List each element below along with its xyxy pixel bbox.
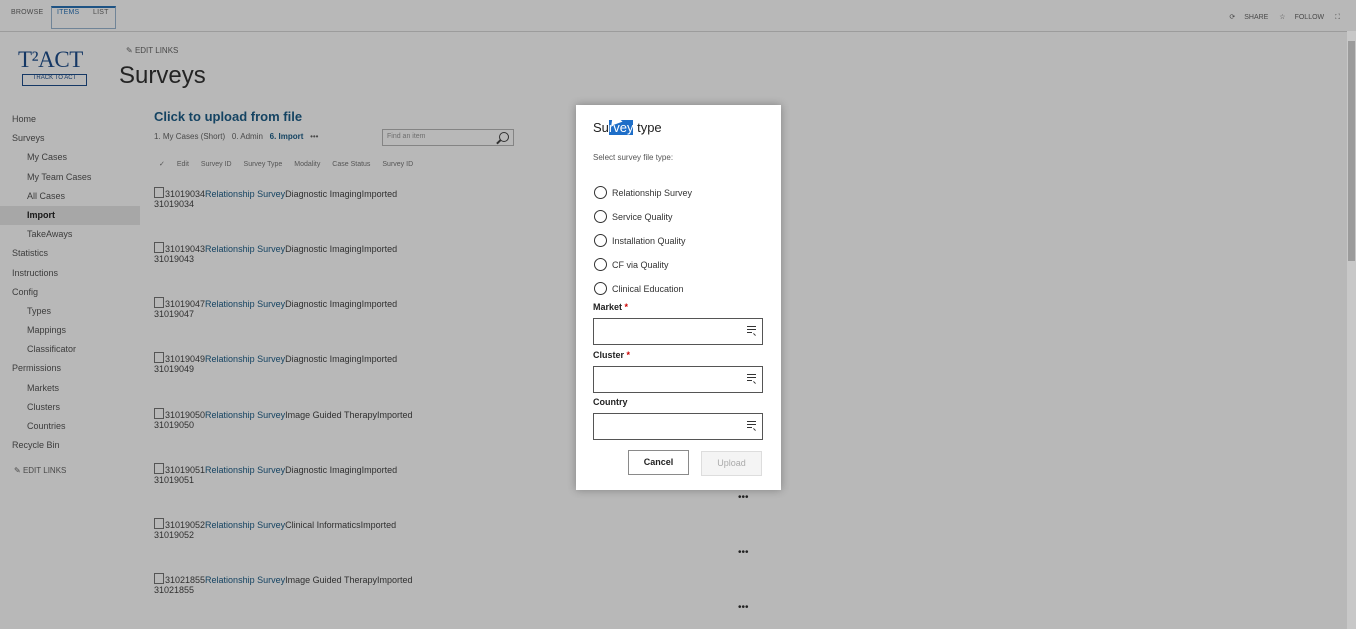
survey-type-option[interactable]: Relationship Survey (594, 186, 692, 199)
option-label: Installation Quality (612, 236, 686, 246)
dialog-subtitle: Select survey file type: (593, 153, 674, 162)
title-part-3: type (633, 120, 662, 135)
cluster-select[interactable] (593, 365, 763, 393)
option-label: Service Quality (612, 212, 673, 222)
survey-type-option[interactable]: Clinical Education (594, 282, 684, 295)
cancel-button[interactable]: Cancel (628, 450, 689, 475)
radio-button[interactable] (594, 210, 607, 223)
radio-button[interactable] (594, 234, 607, 247)
required-marker: * (624, 302, 629, 312)
field-label-text: Market (593, 302, 623, 312)
filter-list-icon[interactable] (747, 421, 756, 431)
filter-list-icon[interactable] (747, 326, 756, 336)
field-label-text: Cluster (593, 349, 625, 360)
survey-type-option[interactable]: Service Quality (594, 210, 673, 223)
survey-type-option[interactable]: Installation Quality (594, 234, 686, 247)
radio-button[interactable] (594, 186, 607, 199)
sharepoint-page: BROWSE ITEMS LIST ⟳ SHARE ☆ FOLLOW ⛶ T²ACT… (0, 0, 1356, 629)
filter-list-icon[interactable] (747, 373, 756, 384)
option-label: Clinical Education (612, 284, 684, 294)
country-field-label: Country (593, 397, 628, 407)
option-label: CF via Quality (612, 260, 669, 270)
title-part-1: Su (593, 120, 609, 135)
cluster-field-label: Cluster * (593, 350, 630, 360)
country-select[interactable] (593, 413, 763, 440)
field-label-text: Country (593, 397, 628, 407)
scrollbar-thumb[interactable] (1348, 41, 1355, 261)
survey-type-option[interactable]: CF via Quality (594, 258, 669, 271)
market-field-label: Market * (593, 302, 628, 312)
radio-button[interactable] (594, 258, 607, 271)
required-marker: * (626, 349, 631, 360)
market-select[interactable] (593, 318, 763, 345)
survey-type-dialog: Survey type Select survey file type: Rel… (576, 105, 781, 490)
option-label: Relationship Survey (612, 188, 693, 198)
upload-button[interactable]: Upload (701, 451, 762, 476)
dialog-title: Survey type (593, 120, 662, 135)
radio-button[interactable] (594, 282, 607, 295)
page-scrollbar[interactable] (1347, 31, 1356, 629)
